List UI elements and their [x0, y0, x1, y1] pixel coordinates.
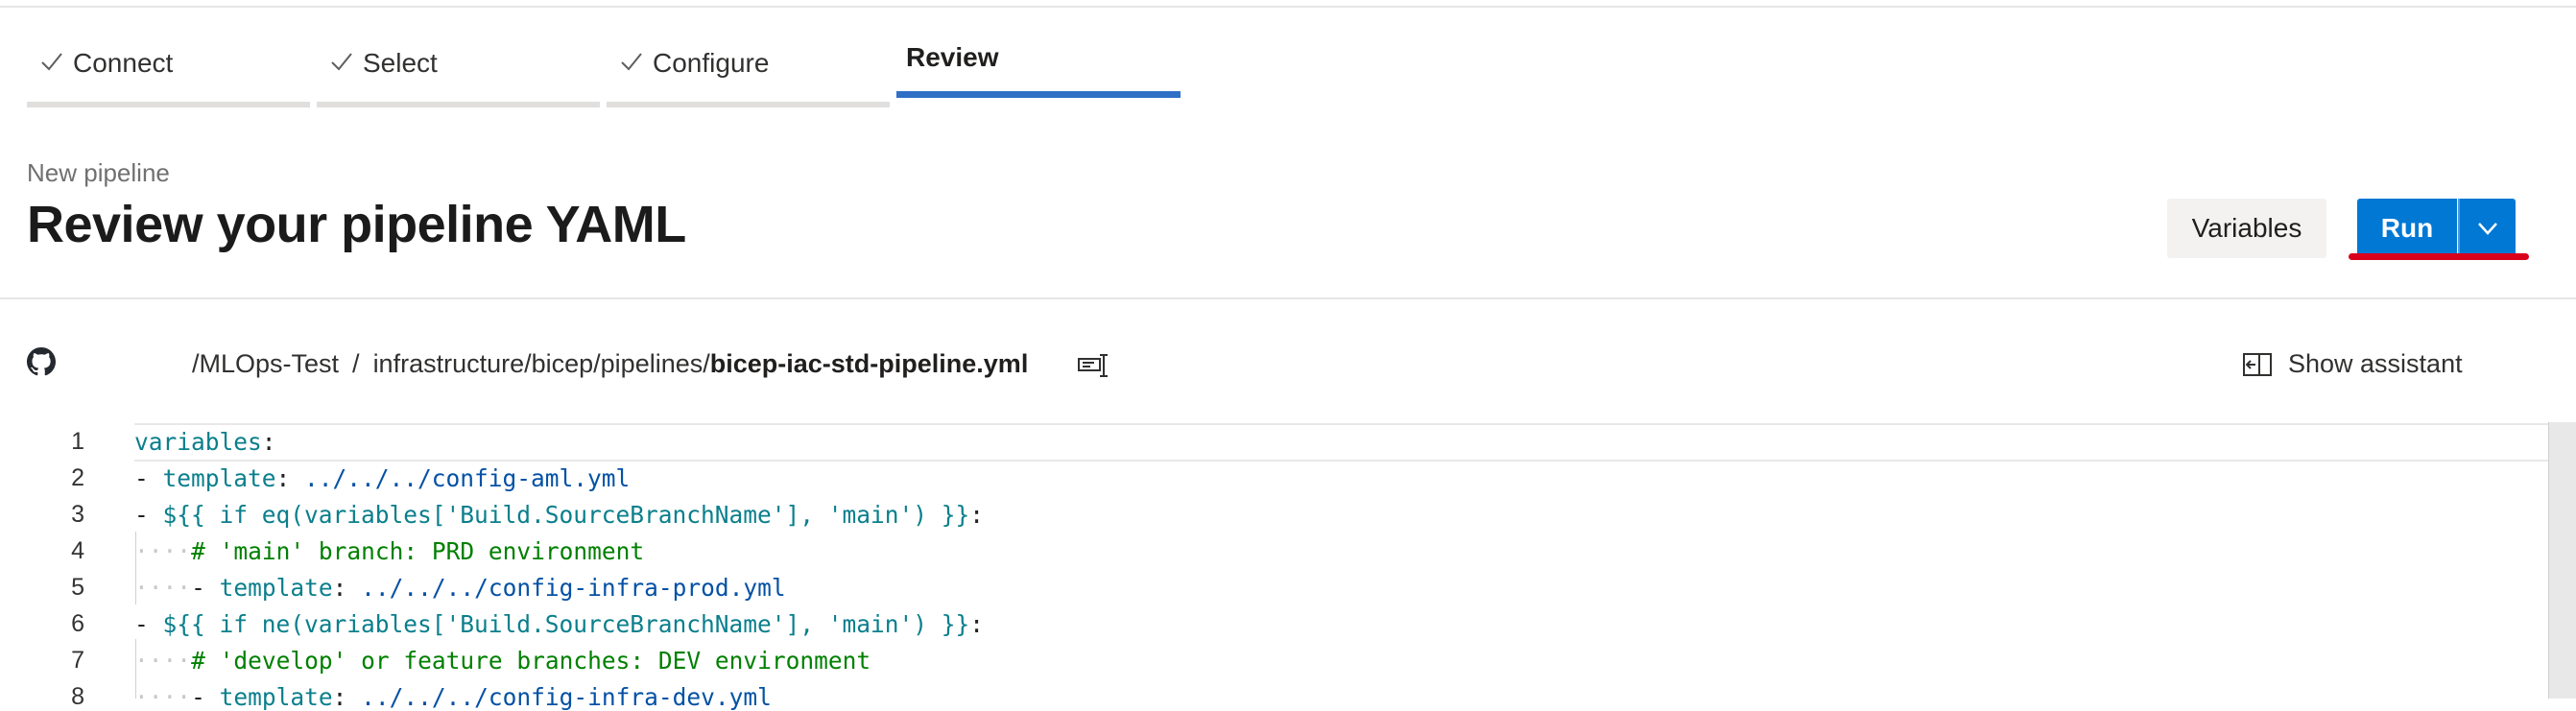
- editor-scrollbar[interactable]: [2548, 422, 2576, 699]
- current-line-highlight: [134, 423, 2548, 462]
- assistant-icon: [2243, 352, 2272, 376]
- show-assistant-label: Show assistant: [2288, 349, 2463, 378]
- run-dropdown-button[interactable]: [2458, 199, 2516, 258]
- code-line[interactable]: - ${{ if eq(variables['Build.SourceBranc…: [134, 501, 984, 529]
- page-kicker: New pipeline: [27, 158, 170, 187]
- step-bar-active: [896, 91, 1181, 98]
- page-title: Review your pipeline YAML: [27, 196, 686, 253]
- step-select[interactable]: Select: [317, 40, 600, 107]
- line-number: 4: [71, 537, 84, 564]
- check-icon: [618, 48, 645, 77]
- code-line[interactable]: - template: ../../../config-aml.yml: [134, 464, 630, 492]
- check-icon: [328, 48, 355, 77]
- line-number: 5: [71, 574, 84, 601]
- line-number: 1: [71, 428, 84, 455]
- step-review[interactable]: Review: [896, 40, 1181, 107]
- file-path: /MLOps-Test / infrastructure/bicep/pipel…: [192, 349, 1028, 379]
- step-bar: [317, 102, 600, 107]
- path-separator: /: [352, 349, 360, 378]
- chevron-down-icon: [2478, 223, 2497, 235]
- step-configure[interactable]: Configure: [607, 40, 890, 107]
- line-number: 8: [71, 683, 84, 710]
- step-bar: [27, 102, 310, 107]
- path-folder[interactable]: infrastructure/bicep/pipelines/: [373, 349, 710, 379]
- copy-path-icon[interactable]: [1077, 351, 1109, 380]
- code-line[interactable]: - ${{ if ne(variables['Build.SourceBranc…: [134, 610, 984, 638]
- path-file: bicep-iac-std-pipeline.yml: [709, 349, 1029, 378]
- step-label: Select: [363, 48, 438, 78]
- code-line[interactable]: ····# 'develop' or feature branches: DEV…: [134, 647, 871, 675]
- step-label: Review: [906, 42, 999, 72]
- variables-button[interactable]: Variables: [2167, 199, 2326, 258]
- top-border: [0, 0, 2576, 8]
- code-line[interactable]: variables:: [134, 428, 276, 456]
- path-repo[interactable]: /MLOps-Test: [192, 349, 339, 379]
- annotation-underline: [2349, 253, 2529, 260]
- github-icon: [27, 347, 56, 376]
- line-number: 7: [71, 647, 84, 674]
- step-label: Connect: [73, 48, 174, 78]
- check-icon: [38, 48, 65, 77]
- run-button[interactable]: Run: [2357, 199, 2457, 258]
- header-divider: [0, 297, 2576, 299]
- code-line[interactable]: ····- template: ../../../config-infra-pr…: [134, 574, 786, 602]
- line-number: 3: [71, 501, 84, 528]
- step-connect[interactable]: Connect: [27, 40, 310, 107]
- step-bar: [607, 102, 890, 107]
- line-number: 2: [71, 464, 84, 491]
- step-label: Configure: [653, 48, 770, 78]
- show-assistant-button[interactable]: Show assistant: [2242, 349, 2463, 379]
- code-line[interactable]: ····- template: ../../../config-infra-de…: [134, 683, 772, 711]
- line-number: 6: [71, 610, 84, 637]
- yaml-editor[interactable]: 1 2 3 4 5 6 7 8 variables: - template: .…: [0, 422, 2576, 711]
- code-line[interactable]: ····# 'main' branch: PRD environment: [134, 537, 644, 565]
